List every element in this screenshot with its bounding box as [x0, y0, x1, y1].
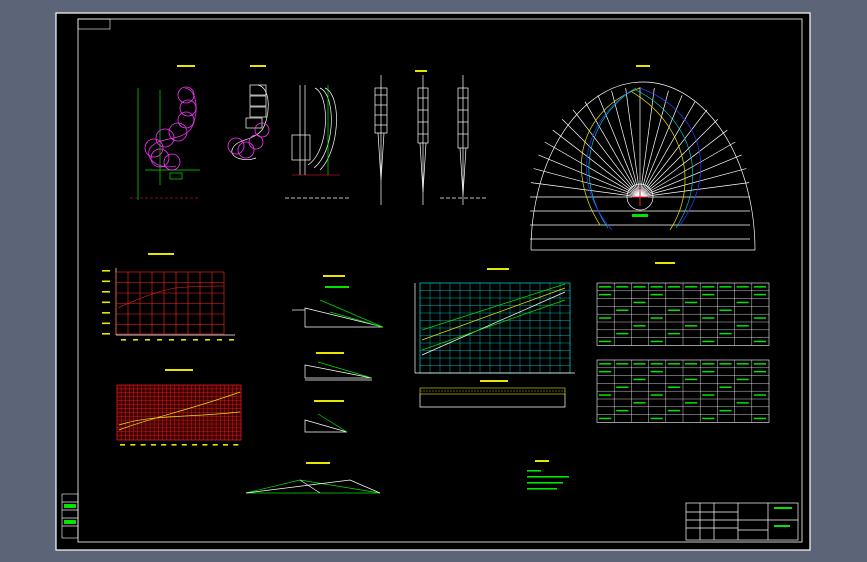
table-cell — [685, 378, 698, 381]
tick-label — [102, 322, 110, 325]
table-cell — [650, 394, 663, 396]
table-cell — [599, 363, 612, 365]
table-cell — [633, 402, 646, 404]
table-cell — [633, 286, 646, 288]
table-cell — [702, 293, 715, 296]
table-cell — [719, 409, 732, 412]
table-cell — [650, 286, 663, 288]
table-cell — [753, 317, 766, 319]
table-cell — [599, 340, 612, 343]
table-cell — [753, 293, 766, 296]
tick-label — [102, 301, 110, 304]
tick-label — [212, 444, 218, 446]
tick-label — [121, 339, 126, 341]
table-cell — [650, 317, 663, 319]
table-cell — [599, 317, 612, 319]
table-cell — [616, 332, 629, 335]
table-cell — [753, 363, 766, 365]
tick-label — [205, 339, 210, 341]
tick-label — [181, 339, 186, 341]
tick-label — [193, 339, 198, 341]
table-cell — [736, 325, 749, 327]
table-cell — [719, 386, 732, 388]
tick-label — [102, 270, 110, 272]
table-cell — [667, 363, 680, 365]
table-cell — [667, 409, 680, 412]
table-cell — [736, 363, 749, 365]
table-cell — [616, 309, 629, 311]
table-cell — [685, 325, 698, 327]
table-cell — [753, 286, 766, 288]
table-cell — [633, 363, 646, 365]
table-cell — [616, 286, 629, 288]
table-cell — [616, 363, 629, 365]
table-cell — [736, 301, 749, 304]
tick-label — [133, 339, 138, 341]
table-cell — [702, 370, 715, 373]
table-cell — [616, 409, 629, 412]
tick-label — [229, 339, 234, 341]
table-cell — [736, 378, 749, 381]
table-cell — [702, 340, 715, 343]
table-cell — [685, 363, 698, 365]
table-cell — [599, 417, 612, 420]
table-cell — [667, 332, 680, 335]
tick-label — [102, 312, 110, 314]
table-cell — [685, 301, 698, 304]
table-cell — [736, 402, 749, 404]
table-cell — [650, 363, 663, 365]
table-cell — [599, 293, 612, 296]
table-cell — [633, 301, 646, 304]
tick-label — [157, 339, 162, 341]
tick-label — [140, 444, 146, 446]
table-cell — [702, 363, 715, 365]
tick-label — [102, 280, 110, 283]
tick-label — [171, 444, 177, 446]
table-cell — [702, 394, 715, 396]
table-cell — [633, 378, 646, 381]
tick-label — [150, 444, 156, 446]
tick-label — [217, 339, 222, 341]
table-cell — [719, 309, 732, 311]
tick-label — [102, 333, 110, 335]
tick-label — [161, 444, 167, 446]
tick-label — [223, 444, 228, 446]
tick-label — [120, 444, 125, 446]
table-cell — [719, 332, 732, 335]
table-cell — [702, 286, 715, 288]
table-cell — [736, 286, 749, 288]
table-cell — [650, 370, 663, 373]
table-cell — [685, 402, 698, 404]
tick-label — [102, 291, 110, 293]
tick-label — [169, 339, 174, 341]
table-cell — [719, 363, 732, 365]
table-cell — [753, 370, 766, 373]
tick-label — [181, 444, 187, 446]
table-cell — [702, 317, 715, 319]
table-cell — [753, 340, 766, 343]
table-cell — [599, 370, 612, 373]
table-cell — [719, 286, 732, 288]
tick-label — [202, 444, 208, 446]
table-cell — [753, 394, 766, 396]
table-cell — [616, 386, 629, 388]
table-cell — [702, 417, 715, 420]
tick-label — [192, 444, 198, 446]
drawing-sheet — [55, 12, 811, 551]
table-cell — [650, 340, 663, 343]
table-cell — [753, 417, 766, 420]
table-cell — [667, 386, 680, 388]
table-cell — [667, 286, 680, 288]
table-cell — [685, 286, 698, 288]
table-cell — [650, 293, 663, 296]
cad-drawing-canvas — [55, 12, 811, 551]
tick-label — [145, 339, 150, 341]
table-cell — [633, 325, 646, 327]
table-cell — [650, 417, 663, 420]
table-cell — [599, 286, 612, 288]
table-cell — [667, 309, 680, 311]
tick-label — [233, 444, 239, 446]
table-cell — [599, 394, 612, 396]
tick-label — [130, 444, 136, 446]
